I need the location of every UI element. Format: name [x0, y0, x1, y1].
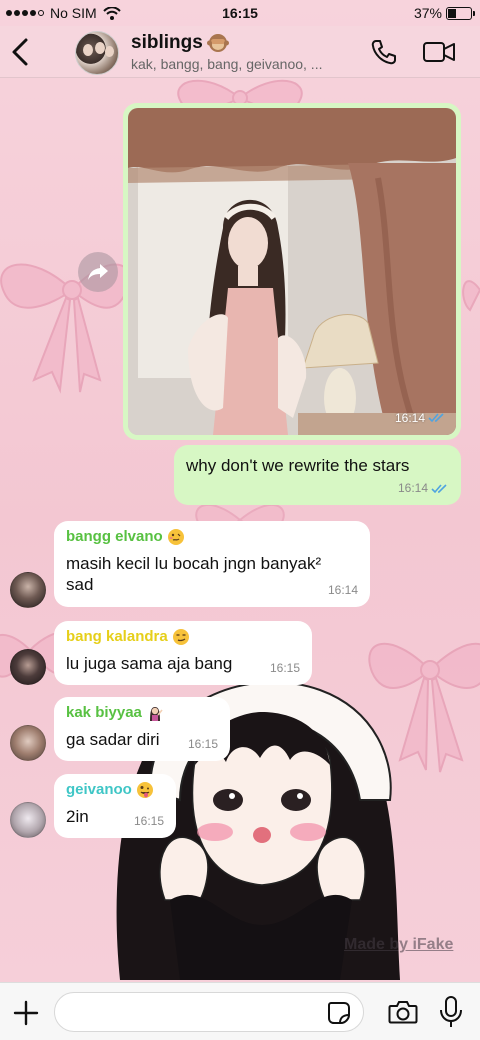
double-check-read-icon — [431, 483, 447, 493]
message-time: 16:14 — [397, 481, 428, 495]
battery-percent: 37% — [413, 5, 442, 21]
message-time: 16:15 — [133, 814, 164, 828]
bow-decoration — [462, 280, 480, 312]
sender-name: geivanoo — [66, 780, 164, 800]
microphone-button[interactable] — [438, 995, 464, 1029]
watermark: Made by iFake — [344, 936, 454, 953]
incoming-message[interactable]: kak biyyaa ga sadar diri 16:15 — [54, 697, 230, 761]
sticker-button[interactable] — [326, 1000, 352, 1026]
incoming-message[interactable]: bangg elvano masih kecil lu bocah jngn b… — [54, 521, 370, 607]
back-button[interactable] — [8, 36, 34, 68]
group-name-text: siblings — [131, 32, 203, 53]
sender-name-text: geivanoo — [66, 781, 132, 798]
message-text-line-1: masih kecil lu bocah jngn banyak² — [66, 554, 322, 573]
see-no-evil-monkey-icon — [206, 34, 229, 52]
forward-button[interactable] — [78, 252, 118, 292]
message-text: why don't we rewrite the stars — [186, 456, 410, 475]
bow-decoration — [368, 643, 480, 773]
avatar-kak-biyyaa[interactable] — [10, 725, 46, 761]
incoming-message[interactable]: bang kalandra lu juga sama aja bang 16:1… — [54, 621, 312, 685]
attach-plus-button[interactable] — [12, 999, 40, 1027]
status-time: 16:15 — [222, 5, 258, 21]
woozy-face-icon — [167, 529, 184, 545]
avatar-geivanoo[interactable] — [10, 802, 46, 838]
incoming-message[interactable]: geivanoo 2in 16:15 — [54, 774, 176, 838]
image-message-meta: 16:14 — [395, 411, 446, 425]
chat-header: siblings kak, bangg, bang, geivanoo, ... — [0, 26, 480, 78]
sender-name: kak biyyaa — [66, 703, 218, 723]
image-message-time: 16:14 — [394, 411, 425, 425]
shared-photo[interactable]: 16:14 — [128, 108, 456, 435]
message-meta: 16:14 — [398, 478, 449, 499]
double-check-read-icon — [428, 413, 444, 423]
sender-name-text: bangg elvano — [66, 528, 163, 545]
message-time: 16:14 — [327, 583, 358, 597]
message-input-bar — [0, 982, 480, 1040]
message-text-line-2: sad — [66, 575, 94, 594]
camera-button[interactable] — [388, 998, 418, 1026]
message-text: lu juga sama aja bang — [66, 654, 233, 673]
sender-name-text: kak biyyaa — [66, 704, 142, 721]
smirking-face-icon — [172, 629, 189, 645]
forward-icon — [88, 264, 108, 280]
image-message[interactable]: 16:14 — [123, 103, 461, 440]
message-time: 16:15 — [269, 661, 300, 675]
status-bar: No SIM 16:15 37% — [0, 0, 480, 26]
video-call-button[interactable] — [422, 40, 456, 64]
avatar-bangg-elvano[interactable] — [10, 572, 46, 608]
sender-name-text: bang kalandra — [66, 628, 168, 645]
message-input[interactable] — [54, 992, 364, 1032]
voice-call-button[interactable] — [370, 38, 398, 66]
woman-gesturing-icon — [149, 707, 163, 721]
outgoing-message[interactable]: why don't we rewrite the stars 16:14 — [174, 445, 461, 505]
sender-name: bang kalandra — [66, 627, 300, 647]
sender-name: bangg elvano — [66, 527, 358, 547]
zany-face-icon — [136, 782, 153, 798]
group-members: kak, bangg, bang, geivanoo, ... — [131, 56, 323, 72]
message-time: 16:15 — [187, 737, 218, 751]
group-avatar[interactable] — [75, 31, 119, 75]
avatar-bang-kalandra[interactable] — [10, 649, 46, 685]
battery-icon — [446, 6, 475, 20]
group-name[interactable]: siblings — [131, 32, 229, 54]
